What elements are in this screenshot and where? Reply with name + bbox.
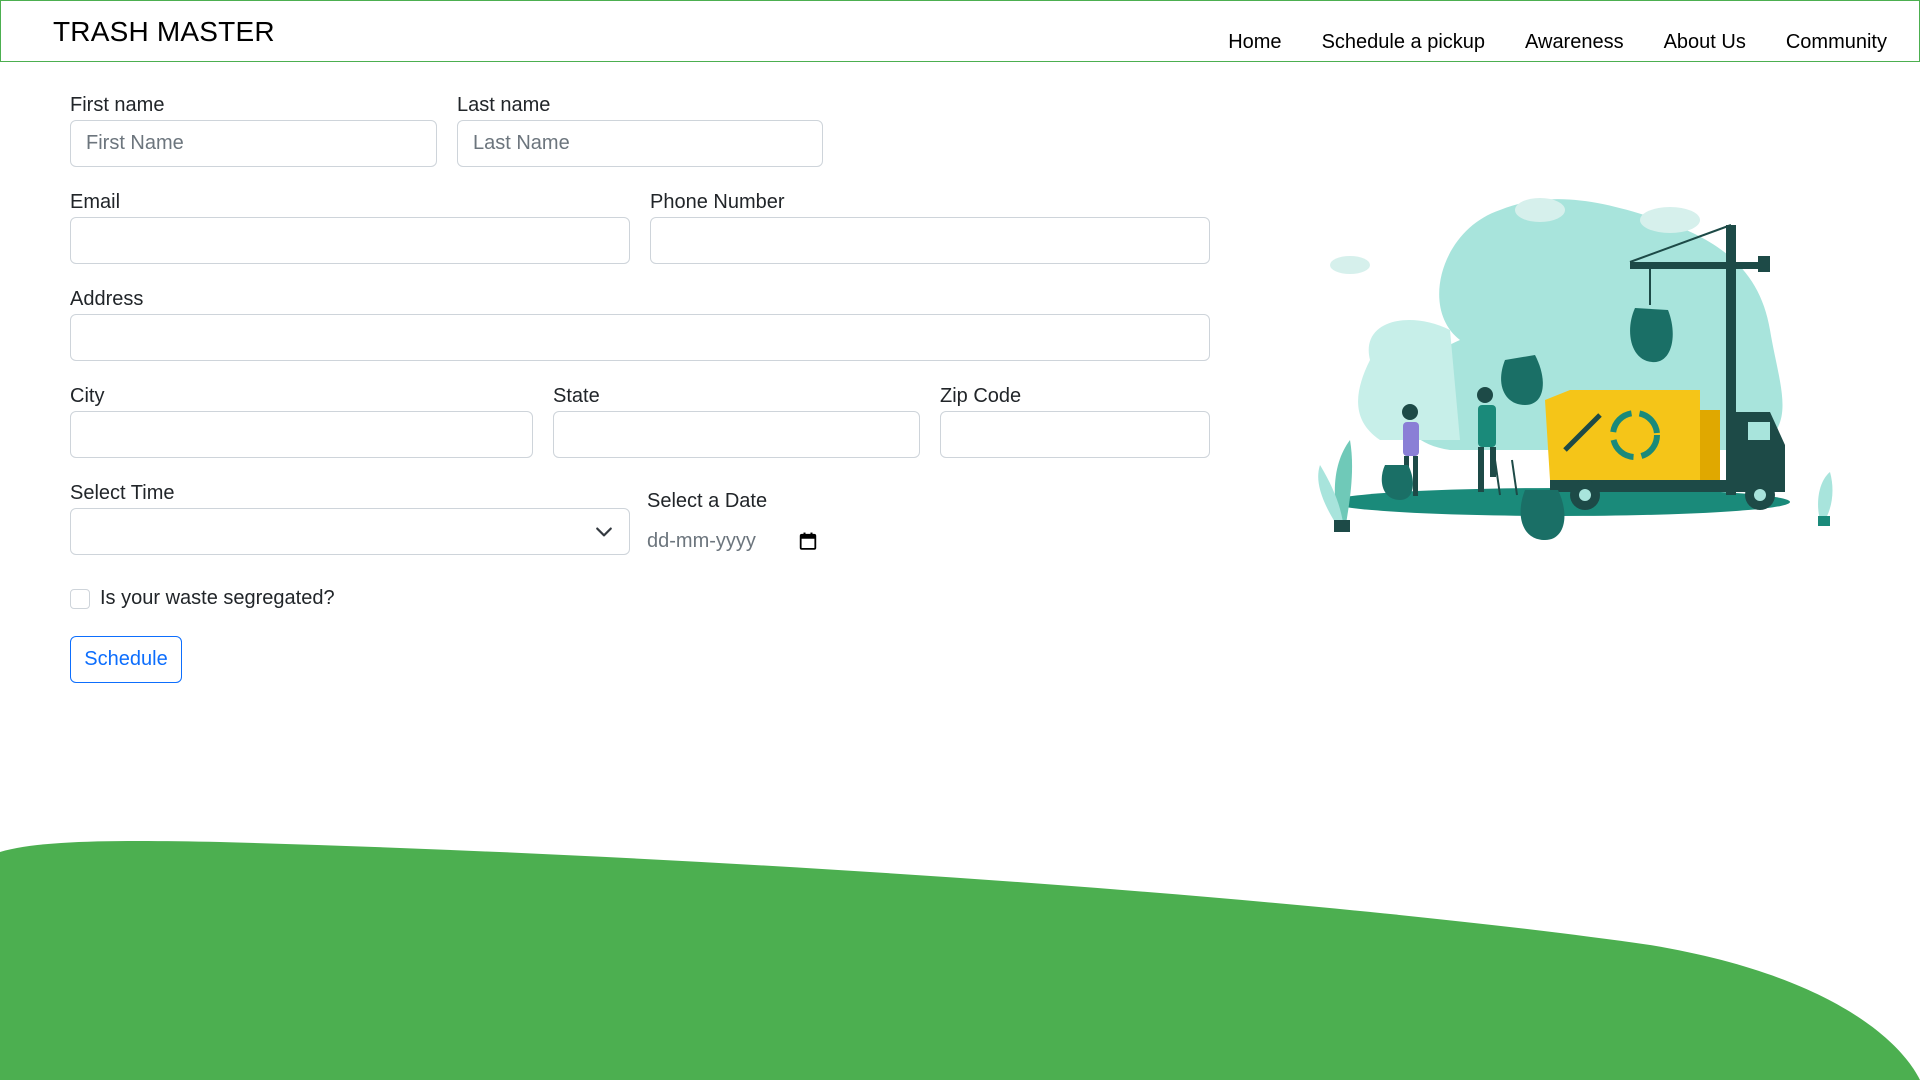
zip-input[interactable] xyxy=(940,411,1210,458)
segregated-label[interactable]: Is your waste segregated? xyxy=(100,587,335,610)
garbage-truck-illustration xyxy=(1318,198,1833,540)
phone-label: Phone Number xyxy=(650,191,785,213)
nav-link-home[interactable]: Home xyxy=(1228,31,1281,54)
nav-links: Home Schedule a pickup Awareness About U… xyxy=(1228,31,1887,54)
first-name-input[interactable] xyxy=(70,120,437,167)
footer-wave xyxy=(0,841,1920,1080)
zip-label: Zip Code xyxy=(940,385,1022,407)
state-input[interactable] xyxy=(553,411,920,458)
phone-input[interactable] xyxy=(650,217,1210,264)
first-name-label: First name xyxy=(70,94,165,116)
time-label: Select Time xyxy=(70,482,175,504)
date-placeholder: dd-mm-yyyy xyxy=(647,529,756,552)
address-input[interactable] xyxy=(70,314,1210,361)
chevron-down-icon xyxy=(596,527,612,537)
navbar: TRASH MASTER Home Schedule a pickup Awar… xyxy=(0,0,1920,62)
last-name-label: Last name xyxy=(457,94,551,116)
nav-link-about[interactable]: About Us xyxy=(1664,31,1746,54)
state-label: State xyxy=(553,385,600,407)
calendar-icon[interactable] xyxy=(799,532,817,550)
email-label: Email xyxy=(70,191,121,213)
schedule-button[interactable]: Schedule xyxy=(70,636,182,683)
nav-link-schedule[interactable]: Schedule a pickup xyxy=(1322,31,1485,54)
time-select[interactable] xyxy=(70,508,630,555)
address-label: Address xyxy=(70,288,144,310)
last-name-input[interactable] xyxy=(457,120,823,167)
nav-link-community[interactable]: Community xyxy=(1786,31,1887,54)
date-input[interactable]: dd-mm-yyyy xyxy=(647,526,817,556)
nav-link-awareness[interactable]: Awareness xyxy=(1525,31,1624,54)
segregated-checkbox[interactable] xyxy=(70,589,90,609)
date-label: Select a Date xyxy=(647,490,768,512)
city-input[interactable] xyxy=(70,411,533,458)
brand-logo[interactable]: TRASH MASTER xyxy=(53,16,275,48)
city-label: City xyxy=(70,385,105,407)
email-input[interactable] xyxy=(70,217,630,264)
